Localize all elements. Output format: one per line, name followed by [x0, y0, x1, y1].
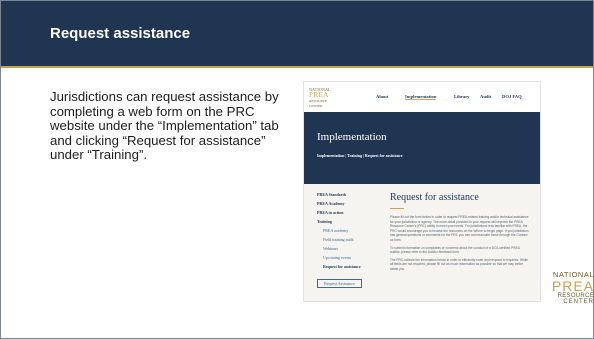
request-assistance-button[interactable]: Request Assistance: [317, 279, 362, 288]
website-logo-line2: PREA: [309, 91, 329, 99]
logo-line-center: CENTER: [563, 299, 594, 305]
sidebar-subitem[interactable]: Upcoming events: [317, 255, 377, 264]
website-hero-title: Implementation: [317, 131, 387, 143]
website-main-title: Request for assistance: [390, 192, 479, 203]
sidebar-item-training[interactable]: Training: [317, 219, 377, 228]
website-hero: Implementation Implementation | Training…: [304, 112, 540, 184]
sidebar-subitem[interactable]: PREA academy: [317, 228, 377, 237]
prea-resource-center-logo: NATIONAL PREA RESOURCE CENTER: [546, 270, 594, 305]
sidebar-subitem[interactable]: Webinars: [317, 246, 377, 255]
paragraph: Please fill out the form below in order …: [390, 215, 529, 242]
website-sidebar: PREA Standards PREA Academy PREA in acti…: [317, 192, 377, 288]
paragraph: The PRC collects the information below i…: [390, 257, 528, 271]
nav-item-implementation[interactable]: Implementation: [405, 94, 437, 100]
nav-item-doj-faq[interactable]: DOJ FAQ: [502, 94, 522, 99]
title-divider: [1, 66, 593, 68]
website-nav-bar: NATIONAL PREA RESOURCE CENTER About Impl…: [304, 82, 540, 112]
website-content: PREA Standards PREA Academy PREA in acti…: [304, 184, 540, 301]
nav-item-library[interactable]: Library: [454, 94, 470, 99]
slide-body-text: Jurisdictions can request assistance by …: [50, 89, 279, 163]
website-logo-line4: CENTER: [309, 104, 323, 108]
title-underline: [390, 208, 404, 209]
website-main: Request for assistance Please fill out t…: [390, 192, 530, 275]
sidebar-item[interactable]: PREA in action: [317, 210, 377, 219]
sidebar-item[interactable]: PREA Standards: [317, 192, 377, 201]
nav-item-audit[interactable]: Audit: [480, 94, 491, 99]
website-screenshot: NATIONAL PREA RESOURCE CENTER About Impl…: [303, 81, 541, 302]
sidebar-subitem-request-for-assistance[interactable]: Request for assistance: [317, 264, 377, 273]
website-logo: NATIONAL PREA RESOURCE CENTER: [309, 87, 335, 109]
nav-item-about[interactable]: About: [376, 94, 388, 99]
slide-title: Request assistance: [50, 25, 191, 42]
title-bar: Request assistance: [1, 1, 593, 66]
breadcrumb: Implementation | Training | Request for …: [317, 153, 403, 158]
logo-line-prea: PREA: [551, 278, 594, 294]
sidebar-subitem[interactable]: Field training audit: [317, 237, 377, 246]
slide: Request assistance Jurisdictions can req…: [0, 0, 594, 339]
sidebar-item[interactable]: PREA Academy: [317, 201, 377, 210]
paragraph: To submit information on complaints or c…: [390, 245, 520, 255]
